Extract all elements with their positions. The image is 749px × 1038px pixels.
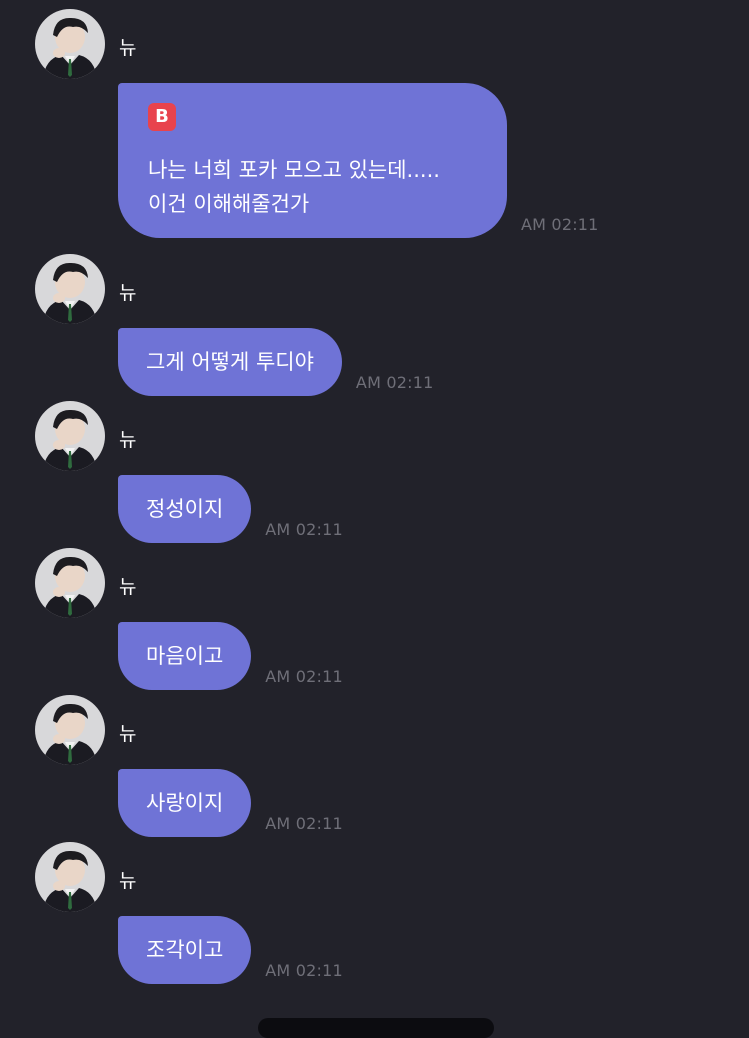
avatar-photo-icon: [35, 9, 105, 79]
message-group: 뉴 정성이지 AM 02:11: [35, 400, 749, 543]
message-row: B 나는 너희 포카 모으고 있는데..... 이건 이해해줄건가 AM 02:…: [118, 83, 749, 238]
message-header: 뉴: [35, 400, 749, 472]
avatar[interactable]: [35, 695, 105, 765]
message-bubble[interactable]: B 나는 너희 포카 모으고 있는데..... 이건 이해해줄건가: [118, 83, 507, 238]
message-time: AM 02:11: [355, 373, 434, 392]
message-text-line: 나는 너희 포카 모으고 있는데.....: [148, 158, 440, 182]
message-time: AM 02:11: [265, 814, 343, 833]
message-text-line: 정성이지: [146, 497, 224, 521]
chat-thread[interactable]: 뉴 B 나는 너희 포카 모으고 있는데..... 이건 이해해줄건가 AM 0…: [0, 0, 749, 1025]
message-group: 뉴 조각이고 AM 02:11: [35, 841, 749, 984]
message-row: 마음이고 AM 02:11: [118, 622, 749, 690]
avatar[interactable]: [35, 9, 105, 79]
message-time: AM 02:11: [265, 520, 343, 539]
message-group: 뉴 사랑이지 AM 02:11: [35, 694, 749, 837]
badge-letter: B: [155, 106, 169, 127]
avatar[interactable]: [35, 548, 105, 618]
sender-name: 뉴: [119, 281, 137, 304]
message-text-line: 조각이고: [146, 938, 224, 962]
message-time: AM 02:11: [521, 215, 599, 234]
avatar[interactable]: [35, 401, 105, 471]
message-header: 뉴: [35, 253, 749, 325]
message-row: 정성이지 AM 02:11: [118, 475, 749, 543]
sender-name: 뉴: [119, 575, 137, 598]
bubble-b-icon: B: [148, 103, 176, 131]
avatar-photo-icon: [35, 842, 105, 912]
avatar-photo-icon: [35, 401, 105, 471]
message-text-line: 그게 어떻게 투디야: [146, 350, 314, 374]
message-bubble[interactable]: 사랑이지: [118, 769, 252, 837]
message-text-line: 이건 이해해줄건가: [148, 192, 310, 216]
message-bubble[interactable]: 정성이지: [118, 475, 252, 543]
message-group: 뉴 마음이고 AM 02:11: [35, 547, 749, 690]
message-header: 뉴: [35, 694, 749, 766]
avatar-photo-icon: [35, 548, 105, 618]
message-header: 뉴: [35, 547, 749, 619]
message-header: 뉴: [35, 841, 749, 913]
message-row: 그게 어떻게 투디야 AM 02:11: [118, 328, 749, 396]
message-time: AM 02:11: [265, 667, 343, 686]
avatar-photo-icon: [35, 695, 105, 765]
bottom-overlay-bar: [258, 1018, 494, 1038]
message-group: 뉴 그게 어떻게 투디야 AM 02:11: [35, 253, 749, 396]
message-bubble[interactable]: 조각이고: [118, 916, 252, 984]
message-header: 뉴: [35, 8, 749, 80]
sender-name: 뉴: [119, 36, 137, 59]
message-row: 조각이고 AM 02:11: [118, 916, 749, 984]
avatar[interactable]: [35, 254, 105, 324]
avatar[interactable]: [35, 842, 105, 912]
message-group: 뉴 B 나는 너희 포카 모으고 있는데..... 이건 이해해줄건가 AM 0…: [35, 8, 749, 238]
avatar-photo-icon: [35, 254, 105, 324]
sender-name: 뉴: [119, 722, 137, 745]
message-bubble[interactable]: 마음이고: [118, 622, 252, 690]
sender-name: 뉴: [119, 869, 137, 892]
message-text-line: 마음이고: [146, 644, 224, 668]
message-text-line: 사랑이지: [146, 791, 224, 815]
message-time: AM 02:11: [265, 961, 343, 980]
message-row: 사랑이지 AM 02:11: [118, 769, 749, 837]
message-bubble[interactable]: 그게 어떻게 투디야: [118, 328, 342, 396]
sender-name: 뉴: [119, 428, 137, 451]
